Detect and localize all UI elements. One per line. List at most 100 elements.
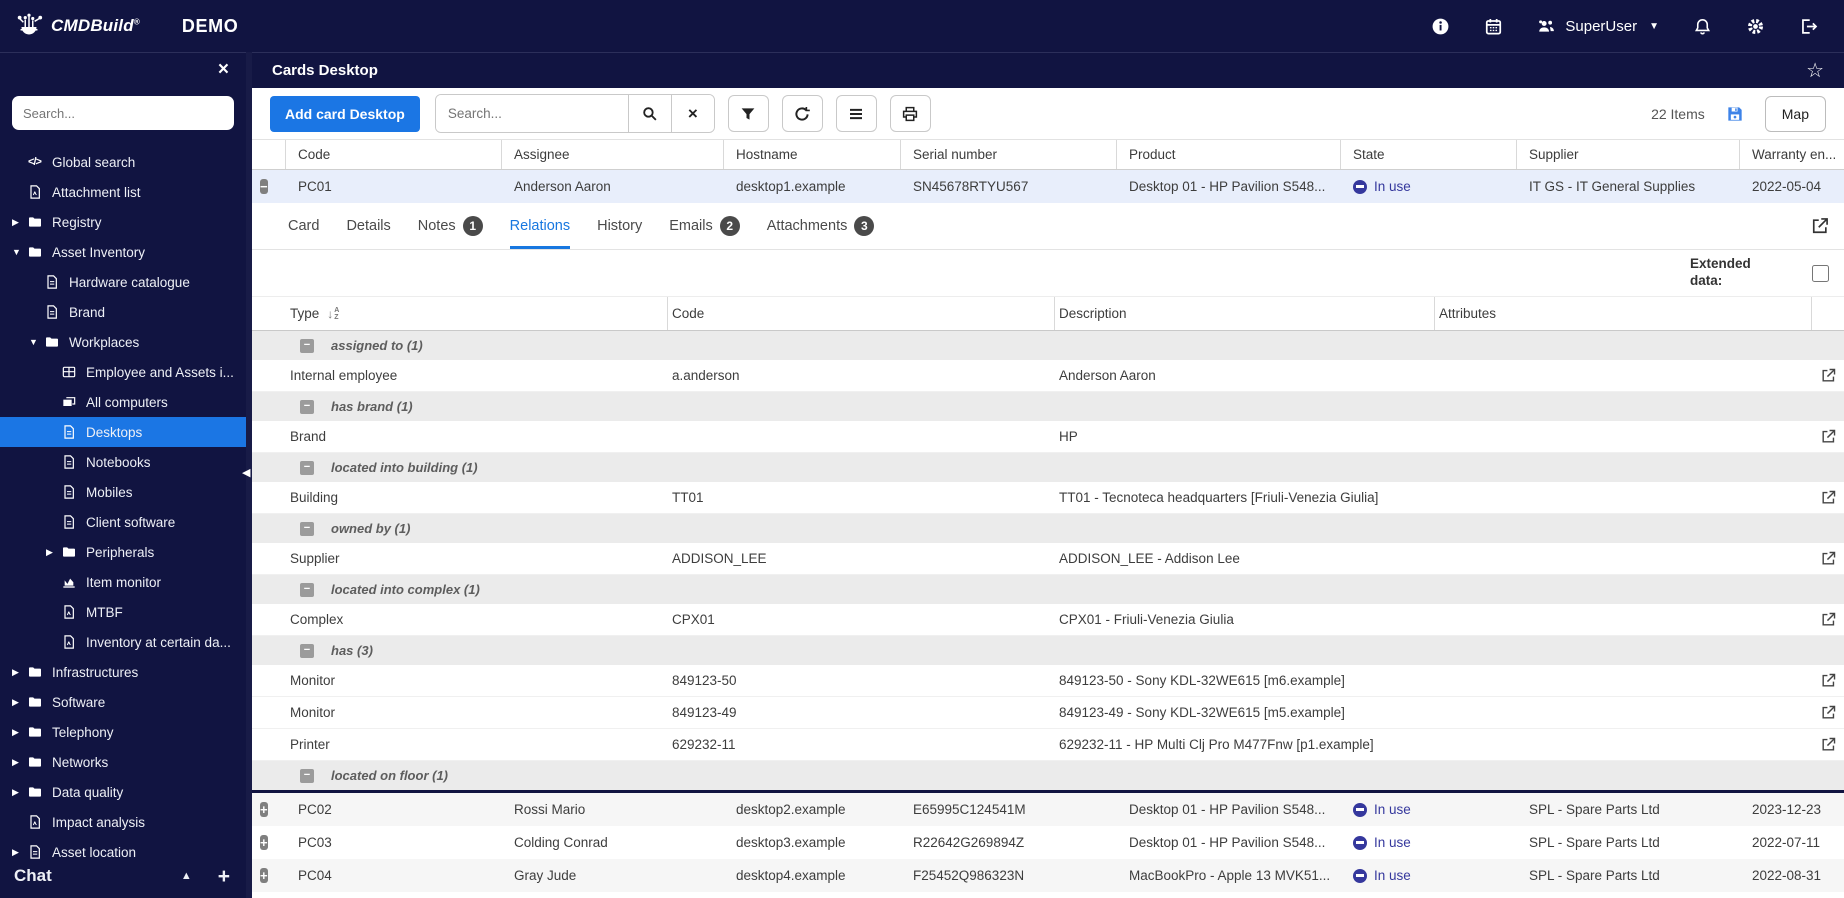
- sidebar-item-item-monitor[interactable]: Item monitor: [0, 567, 246, 597]
- sidebar-search-input[interactable]: [12, 96, 234, 130]
- chevron-right-icon[interactable]: ▶: [12, 697, 26, 708]
- relation-row[interactable]: Supplier ADDISON_LEE ADDISON_LEE - Addis…: [252, 543, 1844, 575]
- chevron-up-icon[interactable]: ▲: [181, 870, 192, 882]
- chevron-right-icon[interactable]: ▶: [46, 547, 60, 558]
- sidebar-item-client-software[interactable]: Client software: [0, 507, 246, 537]
- column-header-product[interactable]: Product: [1117, 140, 1341, 169]
- column-header-attributes[interactable]: Attributes: [1435, 297, 1812, 330]
- collapse-group-icon[interactable]: −: [300, 338, 314, 353]
- open-relation-icon[interactable]: [1820, 704, 1837, 721]
- relation-group-owned-by-1[interactable]: − owned by (1): [252, 514, 1844, 543]
- clear-search-button[interactable]: ×: [670, 95, 714, 132]
- add-card-button[interactable]: Add card Desktop: [270, 95, 420, 132]
- sidebar-item-impact-analysis[interactable]: Impact analysis: [0, 807, 246, 837]
- sidebar-item-hardware-catalogue[interactable]: Hardware catalogue: [0, 267, 246, 297]
- map-button[interactable]: Map: [1764, 95, 1826, 132]
- sidebar-item-mobiles[interactable]: Mobiles: [0, 477, 246, 507]
- search-button[interactable]: [627, 95, 671, 132]
- column-header-state[interactable]: State: [1341, 140, 1517, 169]
- relation-row[interactable]: Monitor 849123-50 849123-50 - Sony KDL-3…: [252, 665, 1844, 697]
- open-relation-icon[interactable]: [1820, 489, 1837, 506]
- open-relation-icon[interactable]: [1820, 367, 1837, 384]
- column-header-supplier[interactable]: Supplier: [1517, 140, 1740, 169]
- tab-notes[interactable]: Notes 1: [418, 203, 483, 249]
- column-header-serial-number[interactable]: Serial number: [901, 140, 1117, 169]
- collapse-group-icon[interactable]: −: [300, 521, 314, 536]
- chevron-down-icon[interactable]: ▼: [12, 247, 26, 257]
- card-row-pc01[interactable]: − PC01 Anderson Aaron desktop1.example S…: [252, 170, 1844, 203]
- chevron-right-icon[interactable]: ▶: [12, 757, 26, 768]
- relation-row[interactable]: Building TT01 TT01 - Tecnoteca headquart…: [252, 482, 1844, 514]
- sidebar-item-registry[interactable]: ▶ Registry: [0, 207, 246, 237]
- sidebar-item-employee-and-assets-i[interactable]: Employee and Assets i...: [0, 357, 246, 387]
- sidebar-item-global-search[interactable]: </> Global search: [0, 147, 246, 177]
- print-button[interactable]: [889, 95, 931, 132]
- collapse-group-icon[interactable]: −: [300, 399, 314, 414]
- card-row-pc03[interactable]: + PC03 Colding Conrad desktop3.example R…: [252, 826, 1844, 859]
- grid-search-input[interactable]: [435, 95, 628, 132]
- calendar-icon[interactable]: [1484, 17, 1503, 36]
- relation-group-located-on-floor-1[interactable]: − located on floor (1): [252, 761, 1844, 790]
- sidebar-item-telephony[interactable]: ▶ Telephony: [0, 717, 246, 747]
- chat-add-icon[interactable]: +: [218, 866, 230, 887]
- column-header-type[interactable]: Type ↓ A Z: [252, 297, 668, 330]
- sidebar-item-networks[interactable]: ▶ Networks: [0, 747, 246, 777]
- expand-row-icon[interactable]: +: [260, 834, 268, 850]
- sidebar-item-peripherals[interactable]: ▶ Peripherals: [0, 537, 246, 567]
- chevron-right-icon[interactable]: ▶: [12, 787, 26, 798]
- card-row-pc04[interactable]: + PC04 Gray Jude desktop4.example F25452…: [252, 859, 1844, 892]
- chevron-right-icon[interactable]: ▶: [12, 217, 26, 228]
- tab-attachments[interactable]: Attachments 3: [767, 203, 875, 249]
- column-header-code[interactable]: Code: [668, 297, 1055, 330]
- open-relation-icon[interactable]: [1820, 736, 1837, 753]
- info-icon[interactable]: [1431, 17, 1450, 36]
- favorite-star-icon[interactable]: ☆: [1806, 58, 1824, 83]
- card-row-pc02[interactable]: + PC02 Rossi Mario desktop2.example E659…: [252, 793, 1844, 826]
- user-menu[interactable]: SuperUser ▼: [1537, 17, 1659, 36]
- chevron-right-icon[interactable]: ▶: [12, 667, 26, 678]
- sidebar-close-icon[interactable]: ×: [216, 58, 231, 81]
- chevron-right-icon[interactable]: ▶: [12, 727, 26, 738]
- relation-group-located-into-complex-1[interactable]: − located into complex (1): [252, 575, 1844, 604]
- sidebar-item-inventory-at-certain-da[interactable]: Inventory at certain da...: [0, 627, 246, 657]
- collapse-group-icon[interactable]: −: [300, 460, 314, 475]
- refresh-button[interactable]: [781, 95, 823, 132]
- tab-emails[interactable]: Emails 2: [669, 203, 740, 249]
- open-relation-icon[interactable]: [1820, 672, 1837, 689]
- sidebar-item-attachment-list[interactable]: Attachment list: [0, 177, 246, 207]
- extended-data-checkbox[interactable]: [1812, 264, 1829, 282]
- save-view-icon[interactable]: [1725, 104, 1745, 124]
- sidebar-item-notebooks[interactable]: Notebooks: [0, 447, 246, 477]
- collapse-group-icon[interactable]: −: [300, 643, 314, 658]
- sidebar-item-brand[interactable]: Brand: [0, 297, 246, 327]
- relation-row[interactable]: Brand HP: [252, 421, 1844, 453]
- sidebar-item-all-computers[interactable]: All computers: [0, 387, 246, 417]
- expand-row-icon[interactable]: +: [260, 801, 268, 817]
- sidebar-item-data-quality[interactable]: ▶ Data quality: [0, 777, 246, 807]
- open-in-window-icon[interactable]: [1810, 216, 1830, 236]
- menu-button[interactable]: [835, 95, 877, 132]
- relation-row[interactable]: Complex CPX01 CPX01 - Friuli-Venezia Giu…: [252, 604, 1844, 636]
- sidebar-item-asset-inventory[interactable]: ▼ Asset Inventory: [0, 237, 246, 267]
- gear-icon[interactable]: [1746, 17, 1765, 36]
- collapse-sidebar-icon[interactable]: ◀: [242, 466, 250, 479]
- collapse-row-icon[interactable]: −: [260, 178, 268, 194]
- chat-bar[interactable]: Chat ▲ +: [0, 853, 246, 898]
- sidebar-item-infrastructures[interactable]: ▶ Infrastructures: [0, 657, 246, 687]
- column-header-code[interactable]: Code: [286, 140, 502, 169]
- open-relation-icon[interactable]: [1820, 428, 1837, 445]
- tab-history[interactable]: History: [597, 203, 642, 249]
- expand-row-icon[interactable]: +: [260, 867, 268, 883]
- open-relation-icon[interactable]: [1820, 550, 1837, 567]
- bell-icon[interactable]: [1693, 17, 1712, 36]
- sign-out-icon[interactable]: [1799, 17, 1818, 36]
- collapse-group-icon[interactable]: −: [300, 768, 314, 783]
- chevron-down-icon[interactable]: ▼: [29, 337, 43, 347]
- filter-button[interactable]: [727, 95, 769, 132]
- relation-group-assigned-to-1[interactable]: − assigned to (1): [252, 331, 1844, 360]
- relation-group-has-brand-1[interactable]: − has brand (1): [252, 392, 1844, 421]
- column-header-assignee[interactable]: Assignee: [502, 140, 724, 169]
- tab-details[interactable]: Details: [346, 203, 390, 249]
- column-header-hostname[interactable]: Hostname: [724, 140, 901, 169]
- collapse-group-icon[interactable]: −: [300, 582, 314, 597]
